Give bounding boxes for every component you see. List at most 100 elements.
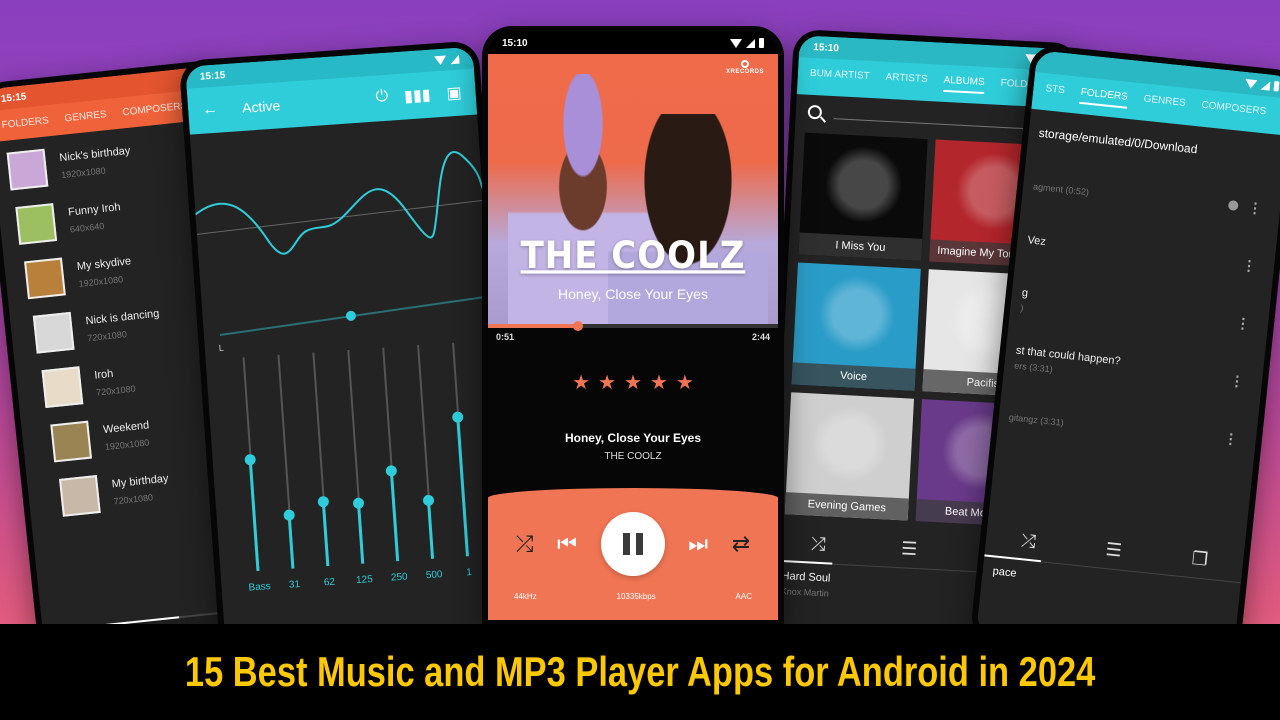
star-icon[interactable]: ★: [624, 370, 642, 395]
next-button[interactable]: ⏭: [688, 531, 708, 557]
band-label: 62: [323, 576, 336, 589]
bars-icon[interactable]: ▮▮▮: [404, 85, 432, 107]
rating-stars[interactable]: ★ ★ ★ ★ ★: [488, 370, 778, 395]
star-icon[interactable]: ★: [572, 370, 590, 395]
folder-item-text: st that could happen? ers (3:31): [1014, 345, 1232, 393]
slider-knob[interactable]: [385, 465, 398, 477]
slider-knob[interactable]: [352, 497, 365, 510]
more-icon[interactable]: ⋮: [1247, 199, 1263, 217]
slider-knob[interactable]: [244, 453, 257, 466]
equalizer-screen: 15:15 ← Active ⏻ ▮▮▮ ▣ L Bass 31 62 125 …: [185, 46, 515, 674]
star-icon[interactable]: ★: [676, 370, 694, 395]
albums-tab[interactable]: BUM ARTIST: [809, 68, 870, 88]
gallery-item-title: My birthday: [111, 472, 170, 491]
gallery-item[interactable]: My skydive 1920x1080: [18, 241, 221, 300]
gallery-thumbnail: [41, 366, 84, 409]
shuffle-icon[interactable]: ⤮: [811, 534, 826, 556]
eq-band-slider[interactable]: 31: [268, 354, 303, 591]
gallery-item-text: My birthday 720x1080: [111, 473, 170, 507]
tab-composers[interactable]: COMPOSERS: [1200, 100, 1267, 124]
folder-item-text: gitangz (3:31): [1008, 408, 1224, 445]
folder-item-text: Vez: [1026, 234, 1242, 272]
tab-genres[interactable]: GENRES: [1142, 94, 1186, 115]
wifi-icon: [730, 38, 742, 48]
repeat-button[interactable]: ⇄: [732, 531, 750, 557]
star-icon[interactable]: ★: [650, 370, 668, 395]
albums-tab[interactable]: ARTISTS: [885, 72, 928, 91]
album-title: Voice: [791, 362, 916, 391]
tab-folders[interactable]: FOLDERS: [1, 115, 49, 131]
shuffle-button[interactable]: ⤮: [516, 531, 534, 557]
gallery-item-size: 640x640: [69, 220, 105, 235]
eq-band-slider[interactable]: 250: [373, 347, 408, 584]
more-icon[interactable]: ⋮: [1229, 372, 1245, 390]
previous-button[interactable]: ⏮: [557, 531, 577, 557]
folders-screen: STS FOLDERS GENRES COMPOSERS storage/emu…: [975, 50, 1280, 662]
save-icon[interactable]: ▣: [446, 83, 462, 104]
shuffle-icon[interactable]: ⤮: [1020, 530, 1036, 552]
slider-knob[interactable]: [317, 495, 330, 508]
album-tile[interactable]: Evening Games: [784, 392, 915, 521]
eq-band-slider[interactable]: 62: [303, 352, 338, 588]
more-icon[interactable]: ⋮: [1241, 256, 1257, 274]
gallery-item[interactable]: Funny Iroh 640x640: [12, 187, 215, 246]
slider-knob[interactable]: [283, 508, 296, 521]
gallery-thumbnail: [15, 203, 58, 245]
pause-icon: [622, 533, 643, 555]
sort-icon[interactable]: ☰: [1105, 539, 1123, 562]
slider-knob[interactable]: [451, 411, 464, 423]
search-icon[interactable]: [807, 104, 823, 120]
seek-knob[interactable]: [572, 321, 583, 331]
tab-genres[interactable]: GENRES: [64, 109, 107, 124]
album-tile[interactable]: Voice: [791, 262, 921, 391]
gallery-item-text: Iroh 720x1080: [94, 366, 136, 398]
slider-fill: [357, 503, 365, 564]
album-art: XRECORDS THE COOLZ Honey, Close Your Eye…: [488, 54, 778, 324]
star-icon[interactable]: ★: [598, 370, 616, 395]
back-arrow-icon[interactable]: ←: [202, 101, 219, 120]
elapsed-time: 0:51: [496, 332, 515, 342]
system-icons: [433, 54, 460, 65]
equalizer-phone: 15:15 ← Active ⏻ ▮▮▮ ▣ L Bass 31 62 125 …: [178, 40, 522, 680]
gallery-item-text: Weekend 1920x1080: [103, 419, 152, 452]
slider-fill: [427, 500, 435, 559]
gallery-item-size: 720x1080: [95, 383, 137, 398]
song-info: Honey, Close Your Eyes THE COOLZ: [488, 431, 778, 462]
eq-band-slider[interactable]: 125: [338, 349, 373, 586]
view-mode-icon[interactable]: ❐: [1191, 548, 1209, 571]
tab-folders[interactable]: FOLDERS: [1079, 86, 1129, 109]
eq-sliders: Bass 31 62 125 250 500 1: [206, 340, 510, 600]
record-label-text: XRECORDS: [725, 69, 764, 75]
preset-title: Active: [241, 97, 281, 116]
gallery-item[interactable]: Nick's birthday 1920x1080: [6, 132, 210, 191]
gallery-thumbnail: [24, 257, 66, 300]
sort-icon[interactable]: ☰: [901, 538, 918, 560]
gallery-item-title: Nick's birthday: [58, 144, 131, 165]
seek-bar[interactable]: [488, 321, 778, 331]
more-icon[interactable]: ⋮: [1235, 314, 1251, 332]
tab-artists[interactable]: STS: [1044, 83, 1065, 102]
signal-icon: [449, 54, 460, 64]
gallery-item-title: Funny Iroh: [67, 201, 122, 219]
slider-knob[interactable]: [422, 494, 435, 507]
gallery-item-text: My skydive 1920x1080: [76, 255, 133, 289]
eq-curve: [190, 115, 493, 345]
record-logo-icon: [740, 60, 749, 68]
tab-composers[interactable]: COMPOSERS: [122, 101, 188, 119]
slider-fill: [248, 459, 260, 572]
albums-tab[interactable]: ALBUMS: [942, 74, 985, 94]
gallery-item-title: Iroh: [93, 367, 114, 382]
status-time: 15:10: [502, 37, 528, 49]
audio-meta: 44kHz 10335kbps AAC: [488, 576, 778, 601]
slider-fill: [456, 417, 469, 557]
album-tile[interactable]: I Miss You: [798, 132, 928, 261]
folder-item-text: g ): [1020, 287, 1238, 335]
power-icon[interactable]: ⏻: [375, 88, 389, 109]
more-icon[interactable]: ⋮: [1223, 429, 1239, 447]
eq-band-slider[interactable]: Bass: [234, 357, 271, 594]
eq-band-slider[interactable]: 1: [443, 342, 478, 578]
eq-band-slider[interactable]: 500: [408, 345, 443, 581]
player-screen: 15:10 XRECORDS THE COOLZ Honey, Close Yo…: [488, 32, 778, 620]
pause-button[interactable]: [600, 512, 665, 576]
balance-knob[interactable]: [345, 310, 357, 321]
